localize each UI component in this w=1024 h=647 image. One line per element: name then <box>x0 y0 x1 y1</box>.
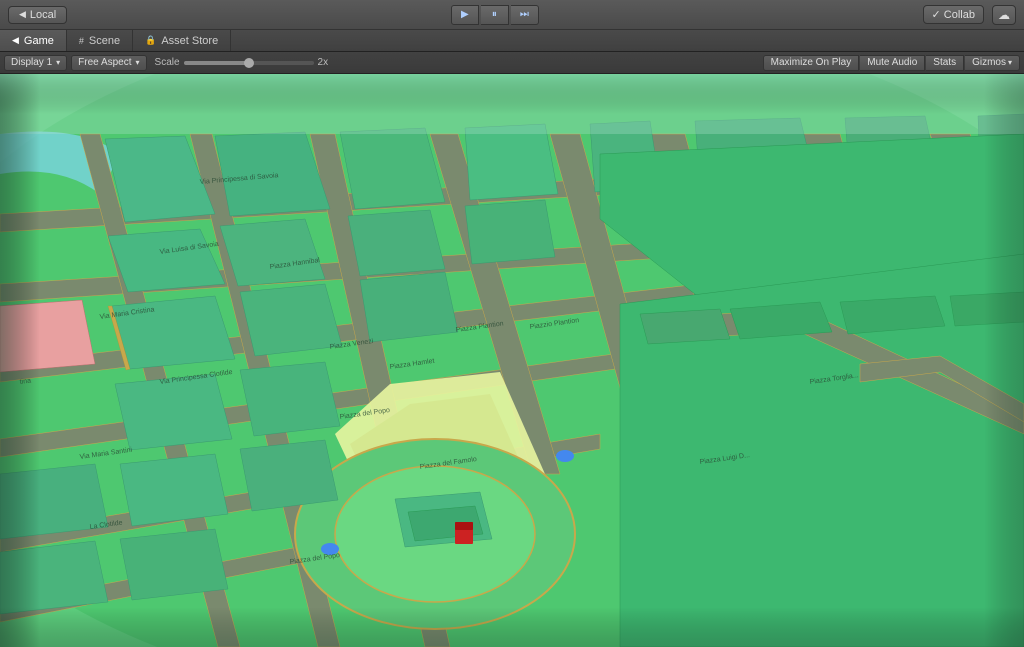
tab-scene-label: Scene <box>89 35 120 47</box>
cloud-button[interactable]: ☁ <box>992 5 1016 25</box>
asset-store-tab-icon: 🔒 <box>145 35 156 46</box>
scale-thumb[interactable] <box>244 58 254 68</box>
view-toolbar: Display 1 Free Aspect Scale 2x Maximize … <box>0 52 1024 74</box>
local-button[interactable]: Local <box>8 6 67 24</box>
aspect-dropdown[interactable]: Free Aspect <box>71 55 146 71</box>
step-button[interactable]: ⏭ <box>511 5 539 25</box>
top-bar: Local ▶ ⏸ ⏭ ✓ Collab ☁ <box>0 0 1024 30</box>
scene-tab-icon: # <box>79 36 84 46</box>
scale-section: Scale 2x <box>155 57 329 68</box>
game-viewport[interactable]: Via Luisa di Savoia Via Maria Cristina V… <box>0 74 1024 647</box>
toolbar-right-buttons: Maximize On Play Mute Audio Stats Gizmos <box>763 55 1020 71</box>
gizmos-button[interactable]: Gizmos <box>965 55 1020 71</box>
pause-button[interactable]: ⏸ <box>481 5 509 25</box>
tab-game-label: Game <box>24 35 54 47</box>
tab-asset-store[interactable]: 🔒 Asset Store <box>133 30 231 51</box>
collab-button[interactable]: ✓ Collab <box>923 5 984 24</box>
scale-value: 2x <box>318 57 329 68</box>
display-dropdown[interactable]: Display 1 <box>4 55 67 71</box>
tab-bar: ◀ Game # Scene 🔒 Asset Store <box>0 30 1024 52</box>
tab-scene[interactable]: # Scene <box>67 30 133 51</box>
map-svg: Via Luisa di Savoia Via Maria Cristina V… <box>0 74 1024 647</box>
scale-label: Scale <box>155 57 180 68</box>
mute-audio-button[interactable]: Mute Audio <box>860 55 925 71</box>
map-canvas: Via Luisa di Savoia Via Maria Cristina V… <box>0 74 1024 647</box>
tab-game[interactable]: ◀ Game <box>0 30 67 51</box>
stats-button[interactable]: Stats <box>926 55 964 71</box>
play-button[interactable]: ▶ <box>451 5 479 25</box>
game-tab-icon: ◀ <box>12 35 19 46</box>
maximize-on-play-button[interactable]: Maximize On Play <box>763 55 860 71</box>
playback-controls: ▶ ⏸ ⏭ <box>451 5 539 25</box>
tab-asset-store-label: Asset Store <box>161 35 218 47</box>
tab-spacer <box>231 30 1024 51</box>
scale-slider[interactable] <box>184 61 314 65</box>
